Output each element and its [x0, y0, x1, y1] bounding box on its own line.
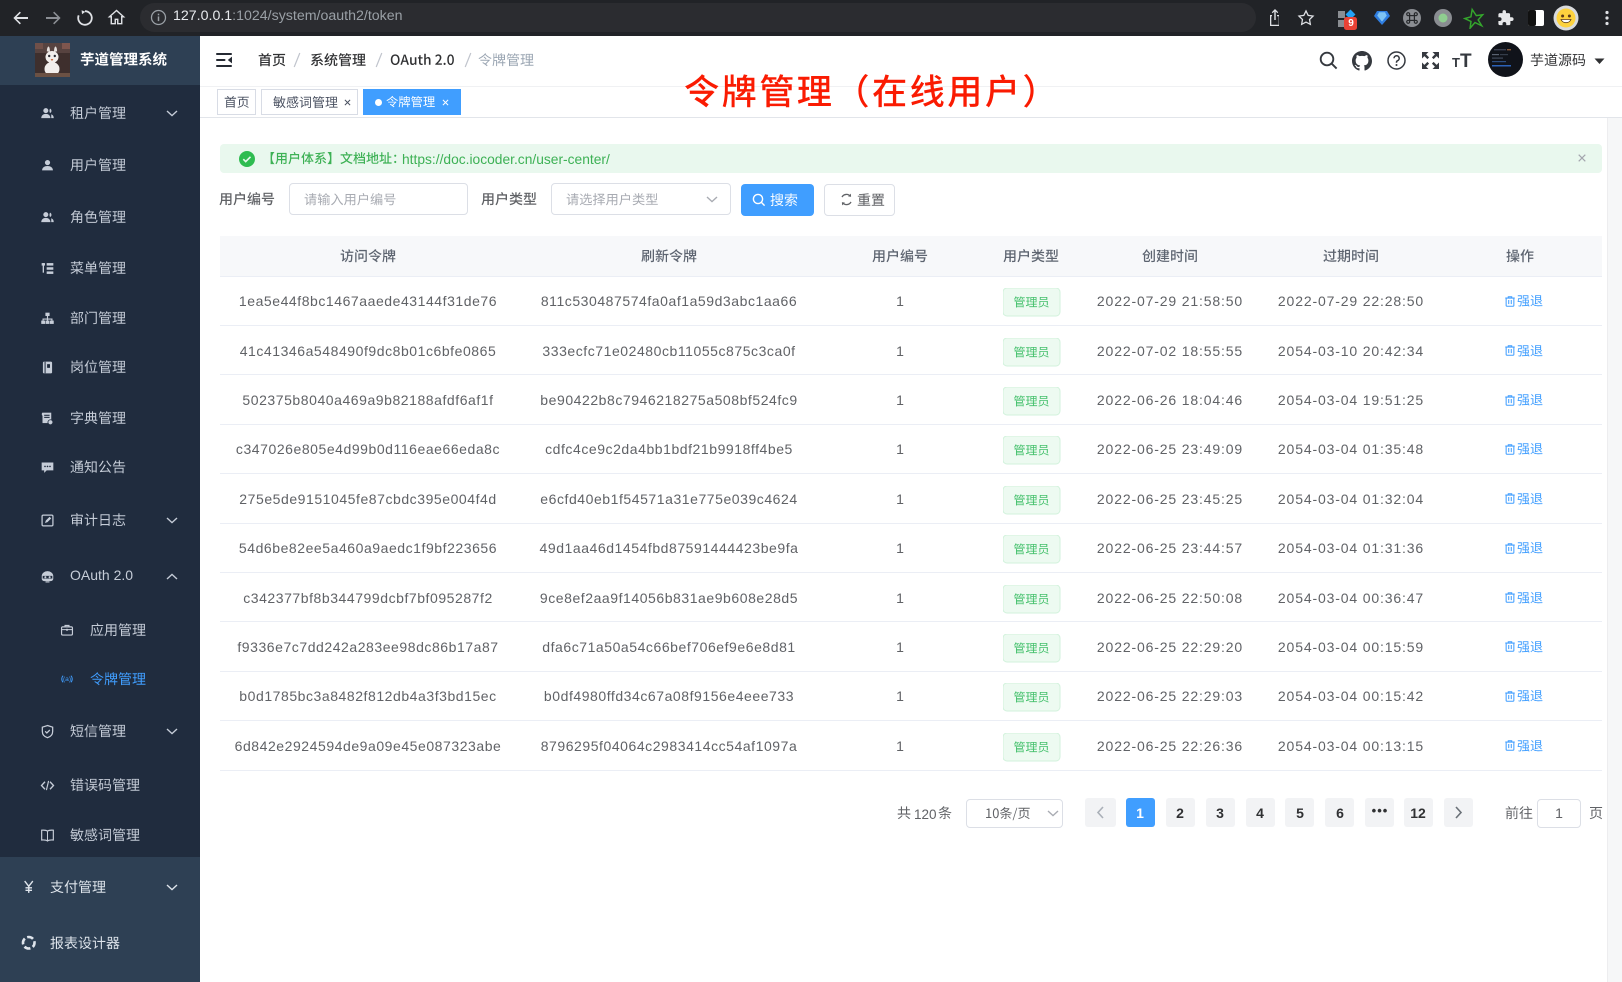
svg-text:(a): (a)	[62, 676, 70, 683]
